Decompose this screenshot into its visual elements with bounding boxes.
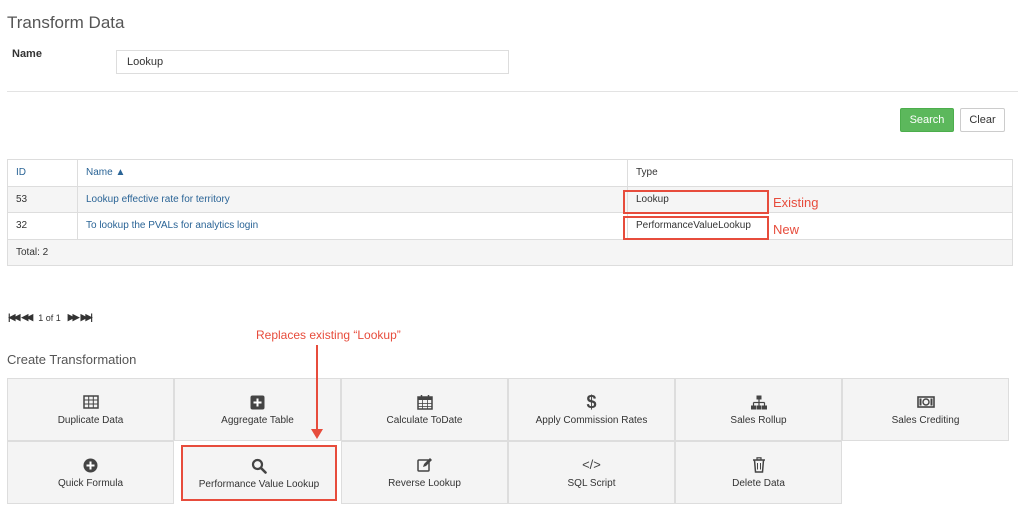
- tile-label: Calculate ToDate: [386, 415, 463, 426]
- tile-label: Performance Value Lookup: [198, 478, 320, 490]
- new-highlight-box: [623, 216, 769, 240]
- sitemap-icon: [750, 393, 767, 411]
- next-page-icon[interactable]: ▶▶: [68, 312, 80, 323]
- row-name-link[interactable]: To lookup the PVALs for analytics login: [86, 220, 258, 231]
- create-transformation-title: Create Transformation: [7, 352, 137, 367]
- plus-circle-icon: [83, 456, 98, 474]
- tile-apply-commission-rates[interactable]: $ Apply Commission Rates: [508, 378, 675, 441]
- table-footer-row: Total: 2: [7, 238, 1013, 266]
- page-indicator: 1 of 1: [38, 312, 61, 323]
- edit-icon: [416, 456, 433, 474]
- tile-delete-data[interactable]: Delete Data: [675, 441, 842, 504]
- pager: |◀◀ ◀◀ 1 of 1 ▶▶ ▶▶|: [8, 312, 93, 323]
- trash-icon: [752, 456, 766, 474]
- clear-button[interactable]: Clear: [960, 108, 1005, 132]
- prev-page-icon[interactable]: ◀◀: [21, 312, 33, 323]
- annotation-arrow-line: [316, 345, 318, 429]
- header-id[interactable]: ID: [7, 159, 78, 187]
- row-name: Lookup effective rate for territory: [77, 185, 628, 213]
- results-table: ID Name ▲ Type 53 Lookup effective rate …: [7, 159, 1013, 266]
- last-page-icon[interactable]: ▶▶|: [81, 312, 93, 323]
- divider: [7, 91, 1018, 92]
- tile-label: Quick Formula: [57, 478, 123, 489]
- tile-sales-rollup[interactable]: Sales Rollup: [675, 378, 842, 441]
- annotation-arrow-head: [311, 429, 323, 439]
- table-icon: [82, 393, 99, 411]
- name-input[interactable]: [116, 50, 509, 74]
- existing-highlight-box: [623, 190, 769, 214]
- tile-calculate-todate[interactable]: Calculate ToDate: [341, 378, 508, 441]
- tile-reverse-lookup[interactable]: Reverse Lookup: [341, 441, 508, 504]
- row-name: To lookup the PVALs for analytics login: [77, 212, 628, 240]
- row-id: 32: [7, 212, 78, 240]
- money-icon: [916, 393, 935, 411]
- first-page-icon[interactable]: |◀◀: [8, 312, 20, 323]
- tile-sales-crediting[interactable]: Sales Crediting: [842, 378, 1009, 441]
- new-annotation: New: [773, 222, 800, 237]
- tile-label: Duplicate Data: [57, 415, 124, 426]
- tile-sql-script[interactable]: </> SQL Script: [508, 441, 675, 504]
- dollar-icon: $: [586, 392, 597, 412]
- table-row[interactable]: 53 Lookup effective rate for territory L…: [7, 185, 1013, 213]
- table-row[interactable]: 32 To lookup the PVALs for analytics log…: [7, 212, 1013, 240]
- total-count: Total: 2: [7, 238, 1013, 266]
- tile-label: SQL Script: [567, 478, 616, 489]
- header-type[interactable]: Type: [627, 159, 1013, 187]
- replaces-annotation: Replaces existing “Lookup”: [256, 328, 401, 342]
- tile-duplicate-data[interactable]: Duplicate Data: [7, 378, 174, 441]
- row-id: 53: [7, 185, 78, 213]
- tile-label: Reverse Lookup: [388, 478, 461, 489]
- code-icon: </>: [582, 457, 601, 472]
- tile-label: Sales Crediting: [891, 415, 960, 426]
- name-label: Name: [12, 48, 42, 60]
- tile-quick-formula[interactable]: Quick Formula: [7, 441, 174, 504]
- tile-label: Apply Commission Rates: [535, 415, 648, 426]
- header-name[interactable]: Name ▲: [77, 159, 628, 187]
- tile-label: Sales Rollup: [730, 415, 787, 426]
- tile-performance-value-lookup[interactable]: Performance Value Lookup: [181, 445, 337, 501]
- search-icon: [251, 457, 267, 475]
- row-name-link[interactable]: Lookup effective rate for territory: [86, 194, 230, 205]
- tile-label: Aggregate Table: [221, 415, 294, 426]
- search-button[interactable]: Search: [900, 108, 954, 132]
- calendar-icon: [416, 393, 433, 411]
- existing-annotation: Existing: [773, 195, 819, 210]
- plus-square-icon: [250, 393, 265, 411]
- page-title: Transform Data: [7, 13, 125, 32]
- table-header-row: ID Name ▲ Type: [7, 159, 1013, 187]
- tile-label: Delete Data: [732, 478, 785, 489]
